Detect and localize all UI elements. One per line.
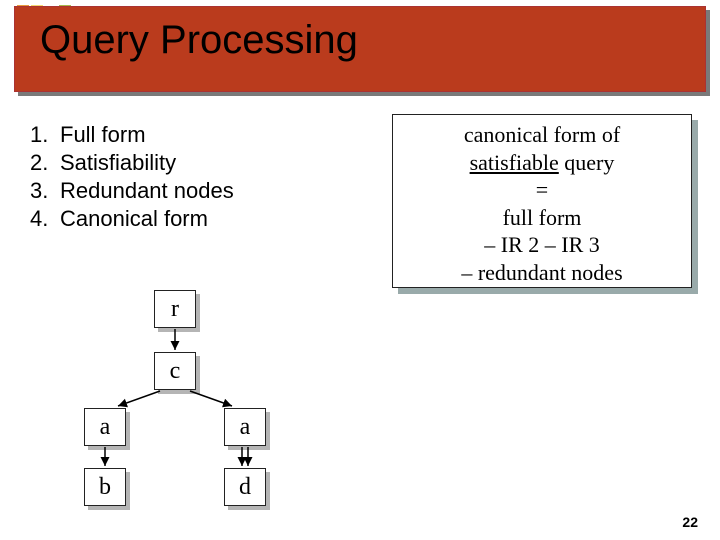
callout-line: canonical form of — [393, 121, 691, 149]
title-bar: Query Processing — [14, 6, 706, 92]
list-text: Canonical form — [60, 206, 208, 232]
list-num: 3. — [30, 178, 60, 204]
tree-node-a-right: a — [224, 408, 266, 446]
slide-title: Query Processing — [40, 18, 358, 63]
callout-underlined: satisfiable — [470, 150, 559, 175]
callout-line: full form — [393, 204, 691, 232]
callout-rest: query — [559, 150, 615, 175]
list-item: 4. Canonical form — [30, 206, 234, 232]
list-item: 2. Satisfiability — [30, 150, 234, 176]
list-num: 1. — [30, 122, 60, 148]
list-item: 1. Full form — [30, 122, 234, 148]
list-item: 3. Redundant nodes — [30, 178, 234, 204]
callout-line: satisfiable query — [393, 149, 691, 177]
tree-node-d: d — [224, 468, 266, 506]
slide: Query Processing 1. Full form 2. Satisfi… — [0, 0, 720, 540]
callout-box: canonical form of satisfiable query = fu… — [392, 114, 692, 288]
tree-node-a-left: a — [84, 408, 126, 446]
list-text: Satisfiability — [60, 150, 176, 176]
list-num: 4. — [30, 206, 60, 232]
callout-content: canonical form of satisfiable query = fu… — [392, 114, 692, 288]
list-num: 2. — [30, 150, 60, 176]
steps-list: 1. Full form 2. Satisfiability 3. Redund… — [30, 120, 234, 234]
callout-line: – IR 2 – IR 3 — [393, 231, 691, 259]
callout-line: – redundant nodes — [393, 259, 691, 287]
page-number: 22 — [682, 514, 698, 530]
list-text: Redundant nodes — [60, 178, 234, 204]
tree-node-c: c — [154, 352, 196, 390]
list-text: Full form — [60, 122, 146, 148]
tree-node-b: b — [84, 468, 126, 506]
callout-line: = — [393, 176, 691, 204]
tree-node-r: r — [154, 290, 196, 328]
